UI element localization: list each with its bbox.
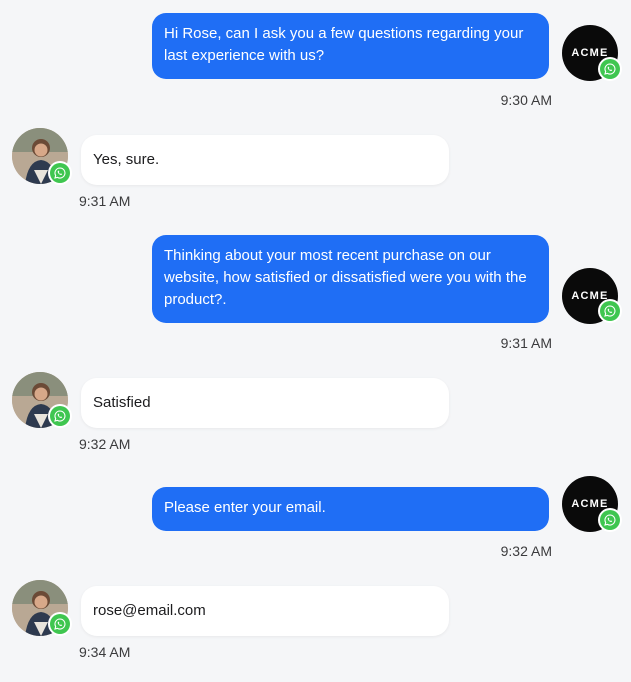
message-text: Hi Rose, can I ask you a few questions r…	[164, 25, 524, 64]
incoming-message-bubble: rose@email.com	[81, 586, 449, 636]
message-text: Yes, sure.	[93, 151, 160, 168]
acme-logo-text: ACME	[571, 47, 609, 59]
incoming-message-bubble: Satisfied	[81, 378, 449, 428]
message-timestamp: 9:30 AM	[500, 92, 552, 108]
whatsapp-badge-icon	[48, 404, 72, 428]
message-timestamp: 9:34 AM	[79, 644, 131, 660]
message-timestamp: 9:31 AM	[79, 193, 131, 209]
outgoing-message-bubble: Thinking about your most recent purchase…	[152, 235, 549, 323]
message-text: Please enter your email.	[164, 499, 326, 516]
whatsapp-badge-icon	[48, 612, 72, 636]
chat-thread: Hi Rose, can I ask you a few questions r…	[0, 0, 631, 682]
message-timestamp: 9:32 AM	[79, 436, 131, 452]
outgoing-message-bubble: Hi Rose, can I ask you a few questions r…	[152, 13, 549, 79]
outgoing-message-bubble: Please enter your email.	[152, 487, 549, 531]
incoming-message-bubble: Yes, sure.	[81, 135, 449, 185]
message-text: Thinking about your most recent purchase…	[164, 247, 527, 308]
whatsapp-badge-icon	[598, 57, 622, 81]
whatsapp-badge-icon	[598, 299, 622, 323]
message-text: Satisfied	[93, 394, 151, 411]
message-timestamp: 9:32 AM	[500, 543, 552, 559]
message-timestamp: 9:31 AM	[500, 335, 552, 351]
whatsapp-badge-icon	[48, 161, 72, 185]
acme-logo-text: ACME	[571, 498, 609, 510]
message-text: rose@email.com	[93, 602, 206, 619]
whatsapp-badge-icon	[598, 508, 622, 532]
